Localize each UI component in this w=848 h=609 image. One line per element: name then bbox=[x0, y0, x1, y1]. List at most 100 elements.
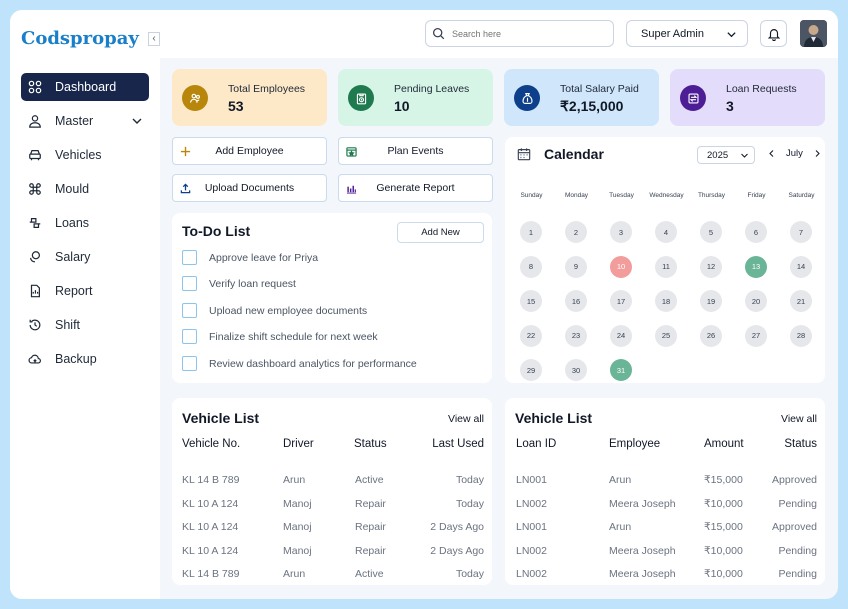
vehicle-list-title: Vehicle List bbox=[182, 410, 260, 426]
upload-documents-button[interactable]: Upload Documents bbox=[172, 174, 327, 202]
calendar-day[interactable]: 21 bbox=[790, 290, 812, 312]
sidebar-item-mould[interactable]: Mould bbox=[21, 175, 149, 203]
stat-card-pending-leaves[interactable]: Pending Leaves 10 bbox=[338, 69, 493, 126]
calendar-day[interactable]: 31 bbox=[610, 359, 632, 381]
calendar-day[interactable]: 2 bbox=[565, 221, 587, 243]
calendar-day[interactable]: 1 bbox=[520, 221, 542, 243]
avatar-image bbox=[800, 20, 827, 47]
collapse-sidebar-button[interactable]: ‹ bbox=[148, 32, 160, 46]
calendar-day[interactable]: 28 bbox=[790, 324, 812, 347]
table-cell: Meera Joseph bbox=[609, 568, 676, 581]
add-employee-button[interactable]: Add Employee bbox=[172, 137, 327, 165]
calendar-day[interactable]: 29 bbox=[520, 359, 542, 381]
calendar-day[interactable]: 6 bbox=[745, 221, 767, 243]
calendar-day[interactable]: 5 bbox=[700, 221, 722, 243]
table-cell: Arun bbox=[609, 521, 632, 534]
command-icon bbox=[29, 183, 41, 195]
sidebar-item-dashboard[interactable]: Dashboard bbox=[21, 73, 149, 101]
chevron-right-icon[interactable] bbox=[813, 149, 822, 158]
todo-checkbox[interactable] bbox=[182, 276, 197, 291]
plan-events-button[interactable]: Plan Events bbox=[338, 137, 493, 165]
view-all-link[interactable]: View all bbox=[448, 413, 484, 425]
calendar-day[interactable]: 23 bbox=[565, 324, 587, 347]
calendar-day[interactable]: 25 bbox=[655, 324, 677, 347]
todo-checkbox[interactable] bbox=[182, 356, 197, 371]
view-all-link[interactable]: View all bbox=[781, 413, 817, 425]
sidebar-item-backup[interactable]: Backup bbox=[21, 345, 149, 373]
stat-value: 10 bbox=[394, 98, 410, 114]
table-cell: Today bbox=[455, 568, 484, 581]
bar-chart-icon bbox=[346, 185, 357, 194]
stat-label: Total Salary Paid bbox=[560, 83, 639, 95]
calendar-day[interactable]: 19 bbox=[700, 290, 722, 312]
calendar-day[interactable]: 27 bbox=[745, 324, 767, 347]
sidebar-item-label: Backup bbox=[55, 352, 97, 366]
column-header: Loan ID bbox=[516, 438, 557, 450]
todo-checkbox[interactable] bbox=[182, 250, 197, 265]
search-input[interactable] bbox=[452, 28, 602, 39]
calendar-day[interactable]: 4 bbox=[655, 221, 677, 243]
calendar-day[interactable]: 20 bbox=[745, 290, 767, 312]
loan-list-card: Vehicle List View all Loan ID Employee A… bbox=[505, 398, 825, 585]
weekday-label: Friday bbox=[747, 192, 766, 199]
todo-checkbox[interactable] bbox=[182, 329, 197, 344]
calendar-day[interactable]: 30 bbox=[565, 359, 587, 381]
weekday-label: Thursday bbox=[697, 192, 726, 199]
add-new-button[interactable]: Add New bbox=[397, 222, 484, 243]
button-label: Upload Documents bbox=[204, 182, 295, 194]
sidebar-item-shift[interactable]: Shift bbox=[21, 311, 149, 339]
table-cell: Repair bbox=[355, 544, 386, 557]
app-logo: Codspropay bbox=[21, 28, 139, 49]
calendar-card: Calendar 2025 July Sunday Monday Tuesday We… bbox=[505, 137, 825, 383]
year-value: 2025 bbox=[707, 149, 729, 161]
clipboard-clock-icon bbox=[348, 85, 374, 111]
user-avatar[interactable] bbox=[800, 20, 827, 47]
stat-card-total-employees[interactable]: Total Employees 53 bbox=[172, 69, 327, 126]
stat-label: Loan Requests bbox=[726, 83, 797, 95]
calendar-day[interactable]: 3 bbox=[610, 221, 632, 243]
calendar-day[interactable]: 14 bbox=[790, 255, 812, 278]
calendar-day[interactable]: 24 bbox=[610, 324, 632, 347]
todo-checkbox[interactable] bbox=[182, 303, 197, 318]
todo-item: Approve leave for Priya bbox=[182, 250, 318, 265]
calendar-day[interactable]: 18 bbox=[655, 290, 677, 312]
calendar-day[interactable]: 26 bbox=[700, 324, 722, 347]
car-icon bbox=[29, 150, 41, 161]
calendar-day[interactable]: 13 bbox=[745, 255, 767, 278]
calendar-day[interactable]: 12 bbox=[700, 255, 722, 278]
calendar-icon bbox=[517, 148, 531, 161]
sidebar-item-master[interactable]: Master bbox=[21, 107, 149, 135]
generate-report-button[interactable]: Generate Report bbox=[338, 174, 493, 202]
table-cell: Repair bbox=[355, 521, 386, 534]
year-select[interactable]: 2025 bbox=[697, 146, 755, 164]
stat-card-total-salary[interactable]: Total Salary Paid ₹2,15,000 bbox=[504, 69, 659, 126]
dashboard-icon bbox=[28, 80, 42, 94]
notifications-button[interactable] bbox=[760, 20, 787, 47]
calendar-day[interactable]: 22 bbox=[520, 324, 542, 347]
role-select[interactable]: Super Admin bbox=[626, 20, 748, 47]
calendar-day[interactable]: 15 bbox=[520, 290, 542, 312]
column-header: Driver bbox=[283, 438, 314, 450]
sidebar-item-loans[interactable]: Loans bbox=[21, 209, 149, 237]
chevron-left-icon[interactable] bbox=[767, 149, 776, 158]
calendar-day[interactable]: 9 bbox=[565, 255, 587, 278]
calendar-day[interactable]: 8 bbox=[520, 255, 542, 278]
calendar-header: Calendar bbox=[517, 146, 604, 162]
transfer-icon bbox=[680, 85, 706, 111]
calendar-day[interactable]: 11 bbox=[655, 255, 677, 278]
table-cell: KL 14 B 789 bbox=[182, 474, 240, 486]
sidebar-item-vehicles[interactable]: Vehicles bbox=[21, 141, 149, 169]
calendar-day[interactable]: 17 bbox=[610, 290, 632, 312]
chevron-down-icon bbox=[132, 118, 142, 124]
search-box[interactable] bbox=[425, 20, 614, 47]
stat-card-loan-requests[interactable]: Loan Requests 3 bbox=[670, 69, 825, 126]
sidebar-item-report[interactable]: Report bbox=[21, 277, 149, 305]
table-cell: LN001 bbox=[516, 474, 547, 486]
stat-value: ₹2,15,000 bbox=[560, 98, 624, 114]
button-label: Generate Report bbox=[376, 182, 455, 194]
calendar-day[interactable]: 7 bbox=[790, 221, 812, 243]
table-cell: ₹15,000 bbox=[704, 474, 743, 486]
sidebar-item-salary[interactable]: Salary bbox=[21, 243, 149, 271]
calendar-day[interactable]: 16 bbox=[565, 290, 587, 312]
calendar-day[interactable]: 10 bbox=[610, 255, 632, 278]
